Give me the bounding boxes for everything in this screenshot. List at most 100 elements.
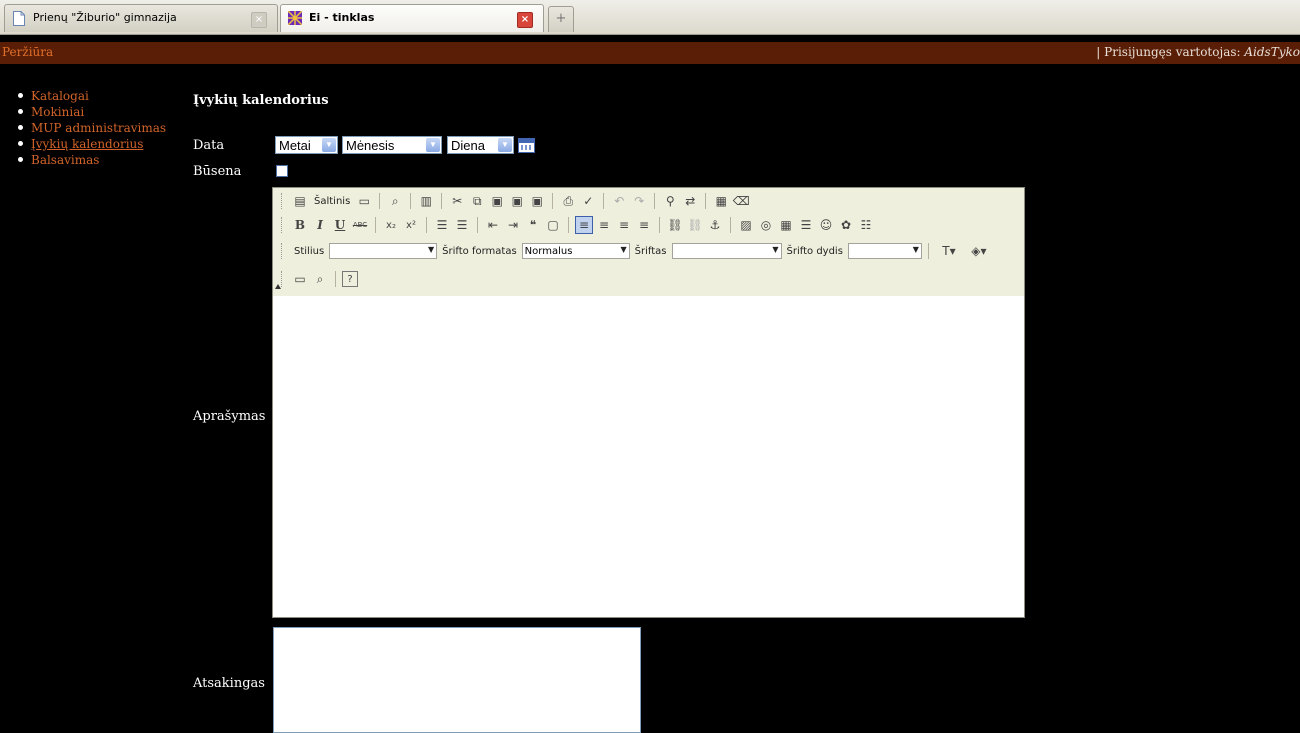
paste-icon[interactable]: ▣ [488, 192, 506, 210]
find-icon[interactable]: ⚲ [661, 192, 679, 210]
image-icon[interactable]: ▨ [737, 216, 755, 234]
background-color-icon[interactable]: ◈▾ [965, 242, 993, 260]
chevron-down-icon: ▼ [498, 138, 512, 152]
underline-button[interactable]: U [331, 216, 349, 234]
undo-icon[interactable]: ↶ [610, 192, 628, 210]
year-select-value: Metai [279, 138, 311, 153]
browser-tab-title: Prienų "Žiburio" gimnazija [33, 11, 177, 24]
sidebar-item-ivykiu-kalendorius[interactable]: Įvykių kalendorius [14, 136, 174, 152]
description-editor: ▤ Šaltinis ▭ ⌕ ▥ ✂ ⧉ ▣ ▣ ▣ ⎙ ✓ ↶ ↷ ⚲ ⇄ ▦… [272, 187, 1025, 618]
chevron-down-icon: ▼ [772, 245, 779, 254]
page-title: Įvykių kalendorius [193, 93, 329, 108]
copy-icon[interactable]: ⧉ [468, 192, 486, 210]
unlink-icon[interactable]: ⛓ [686, 216, 704, 234]
size-combo[interactable]: ▼ [847, 243, 922, 259]
numbered-list-icon[interactable]: ☰ [433, 216, 451, 234]
outdent-icon[interactable]: ⇤ [484, 216, 502, 234]
browser-tab-title: Ei - tinklas [309, 11, 375, 24]
text-color-icon[interactable]: T▾ [935, 242, 963, 260]
logged-in-user: | Prisijungęs vartotojas: AidsTyko [1096, 45, 1300, 59]
anchor-icon[interactable]: ⚓ [706, 216, 724, 234]
month-select-value: Mėnesis [346, 138, 395, 153]
size-label: Šrifto dydis [786, 245, 843, 257]
format-combo[interactable]: Normalus ▼ [521, 243, 630, 259]
font-label: Šriftas [634, 245, 667, 257]
special-char-icon[interactable]: ✿ [837, 216, 855, 234]
print-icon[interactable]: ⎙ [559, 192, 577, 210]
sidebar-item-balsavimas[interactable]: Balsavimas [14, 152, 174, 168]
div-container-icon[interactable]: ▢ [544, 216, 562, 234]
new-tab-button[interactable]: + [548, 6, 574, 32]
align-left-icon[interactable]: ≡ [575, 216, 593, 234]
page-icon [13, 11, 25, 26]
save-icon[interactable]: ▭ [355, 192, 373, 210]
source-button[interactable]: Šaltinis [314, 196, 350, 207]
responsible-textarea[interactable] [273, 627, 641, 733]
year-select[interactable]: Metai ▼ [275, 136, 338, 154]
redo-icon[interactable]: ↷ [630, 192, 648, 210]
maximize-icon[interactable]: ▭ [291, 270, 309, 288]
view-link[interactable]: Peržiūra [2, 45, 53, 59]
bold-button[interactable]: B [291, 216, 309, 234]
table-icon[interactable]: ▦ [777, 216, 795, 234]
chevron-down-icon: ▼ [428, 245, 435, 254]
editor-toolbar: ▤ Šaltinis ▭ ⌕ ▥ ✂ ⧉ ▣ ▣ ▣ ⎙ ✓ ↶ ↷ ⚲ ⇄ ▦… [273, 188, 1024, 297]
select-all-icon[interactable]: ▦ [712, 192, 730, 210]
toolbar-row-2: B I U ABC x₂ x² ☰ ☰ ⇤ ⇥ ❝ ▢ ≡ ≡ ≡ ≡ ⛓ ⛓ … [281, 214, 875, 236]
description-edit-area[interactable] [273, 296, 1024, 617]
paste-text-icon[interactable]: ▣ [508, 192, 526, 210]
sidebar-item-mokiniai[interactable]: Mokiniai [14, 104, 174, 120]
help-button[interactable]: ? [342, 271, 358, 287]
description-label: Aprašymas [193, 409, 266, 424]
status-checkbox[interactable] [276, 165, 288, 177]
align-center-icon[interactable]: ≡ [595, 216, 613, 234]
style-combo[interactable]: ▼ [329, 243, 438, 259]
browser-tab-strip: Prienų "Žiburio" gimnazija × Ei - tinkla… [0, 0, 1300, 35]
top-bar: Peržiūra | Prisijungęs vartotojas: AidsT… [0, 42, 1300, 64]
spellcheck-icon[interactable]: ✓ [579, 192, 597, 210]
bulleted-list-icon[interactable]: ☰ [453, 216, 471, 234]
close-tab-icon[interactable]: × [251, 12, 267, 28]
chevron-down-icon: ▼ [912, 245, 919, 254]
link-icon[interactable]: ⛓ [666, 216, 684, 234]
show-blocks-icon[interactable]: ⌕ [311, 270, 329, 288]
sidebar-item-mup-administravimas[interactable]: MUP administravimas [14, 120, 174, 136]
remove-format-icon[interactable]: ⌫ [732, 192, 750, 210]
source-icon[interactable]: ▤ [291, 192, 309, 210]
replace-icon[interactable]: ⇄ [681, 192, 699, 210]
format-combo-value: Normalus [524, 245, 573, 257]
browser-tab-prienu[interactable]: Prienų "Žiburio" gimnazija × [4, 4, 278, 32]
month-select[interactable]: Mėnesis ▼ [342, 136, 442, 154]
day-select[interactable]: Diena ▼ [447, 136, 514, 154]
collapse-toolbar-icon[interactable] [275, 284, 281, 289]
calendar-icon[interactable] [518, 138, 535, 153]
cut-icon[interactable]: ✂ [448, 192, 466, 210]
toolbar-grip [281, 271, 285, 287]
toolbar-row-1: ▤ Šaltinis ▭ ⌕ ▥ ✂ ⧉ ▣ ▣ ▣ ⎙ ✓ ↶ ↷ ⚲ ⇄ ▦… [281, 190, 750, 212]
italic-button[interactable]: I [311, 216, 329, 234]
close-tab-icon[interactable]: × [517, 12, 533, 28]
paste-word-icon[interactable]: ▣ [528, 192, 546, 210]
chevron-down-icon: ▼ [426, 138, 440, 152]
sidebar-item-katalogai[interactable]: Katalogai [14, 88, 174, 104]
align-justify-icon[interactable]: ≡ [635, 216, 653, 234]
subscript-button[interactable]: x₂ [382, 216, 400, 234]
superscript-button[interactable]: x² [402, 216, 420, 234]
strikethrough-button[interactable]: ABC [351, 216, 369, 234]
smiley-icon[interactable]: ☺ [817, 216, 835, 234]
date-label: Data [193, 138, 225, 153]
style-label: Stilius [294, 245, 325, 257]
browser-tab-ei-tinklas[interactable]: Ei - tinklas × [280, 4, 544, 32]
horizontal-rule-icon[interactable]: ☰ [797, 216, 815, 234]
indent-icon[interactable]: ⇥ [504, 216, 522, 234]
toolbar-grip [281, 243, 285, 259]
align-right-icon[interactable]: ≡ [615, 216, 633, 234]
flash-icon[interactable]: ◎ [757, 216, 775, 234]
font-combo[interactable]: ▼ [671, 243, 782, 259]
user-name: AidsTyko [1244, 45, 1300, 59]
toolbar-grip [281, 193, 285, 209]
templates-icon[interactable]: ▥ [417, 192, 435, 210]
preview-icon[interactable]: ⌕ [386, 192, 404, 210]
page-break-icon[interactable]: ☷ [857, 216, 875, 234]
blockquote-icon[interactable]: ❝ [524, 216, 542, 234]
